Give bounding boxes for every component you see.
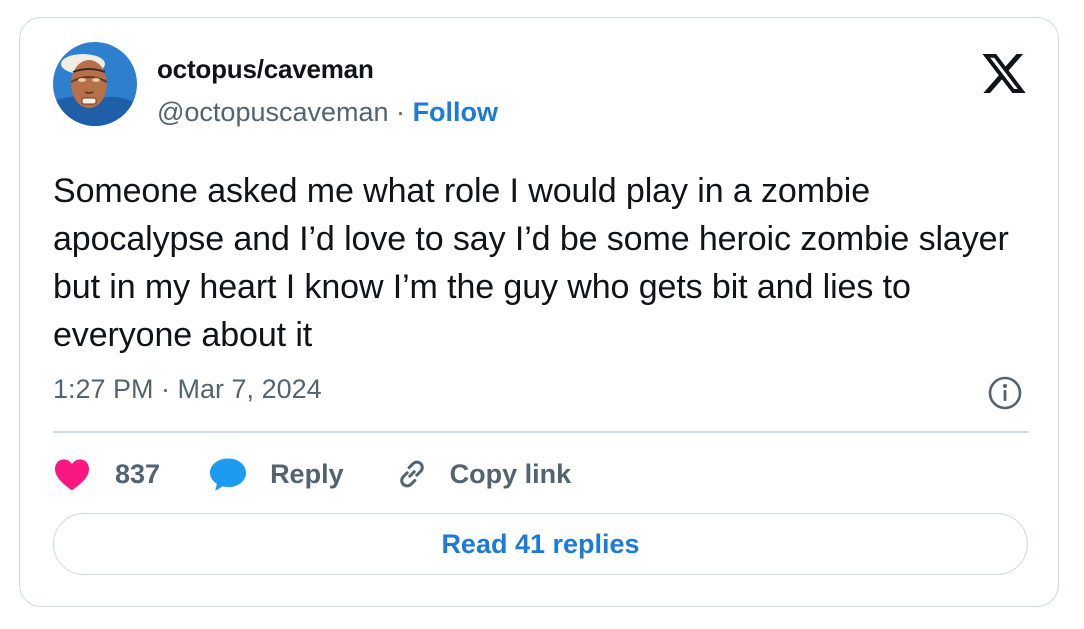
author-name[interactable]: octopus/caveman xyxy=(157,54,374,85)
like-count: 837 xyxy=(115,458,161,489)
author-handle-row: @octopuscaveman · Follow xyxy=(157,97,498,128)
reply-button[interactable]: Reply xyxy=(208,456,344,492)
separator-dot: · xyxy=(396,97,406,127)
link-icon xyxy=(399,460,424,488)
tweet-text: Someone asked me what role I would play … xyxy=(53,172,1009,354)
follow-link[interactable]: Follow xyxy=(413,97,498,127)
copy-link-label: Copy link xyxy=(449,458,572,489)
like-button[interactable]: 837 xyxy=(53,457,160,491)
speech-bubble-icon xyxy=(210,458,247,491)
tweet-timestamp[interactable]: 1:27 PM · Mar 7, 2024 xyxy=(53,374,322,405)
tweet-embed-card: octopus/caveman @octopuscaveman · Follow… xyxy=(19,17,1059,607)
divider xyxy=(53,431,1028,433)
author-handle[interactable]: @octopuscaveman xyxy=(157,97,389,127)
info-icon[interactable] xyxy=(987,375,1023,411)
x-logo-icon[interactable] xyxy=(980,54,1028,100)
avatar[interactable] xyxy=(53,42,137,126)
action-bar: 837 Reply Copy link xyxy=(53,454,571,494)
read-replies-button[interactable]: Read 41 replies xyxy=(53,513,1028,575)
reply-label: Reply xyxy=(270,458,344,489)
avatar-illustration xyxy=(53,42,137,126)
copy-link-button[interactable]: Copy link xyxy=(394,456,572,492)
heart-icon xyxy=(55,459,89,491)
